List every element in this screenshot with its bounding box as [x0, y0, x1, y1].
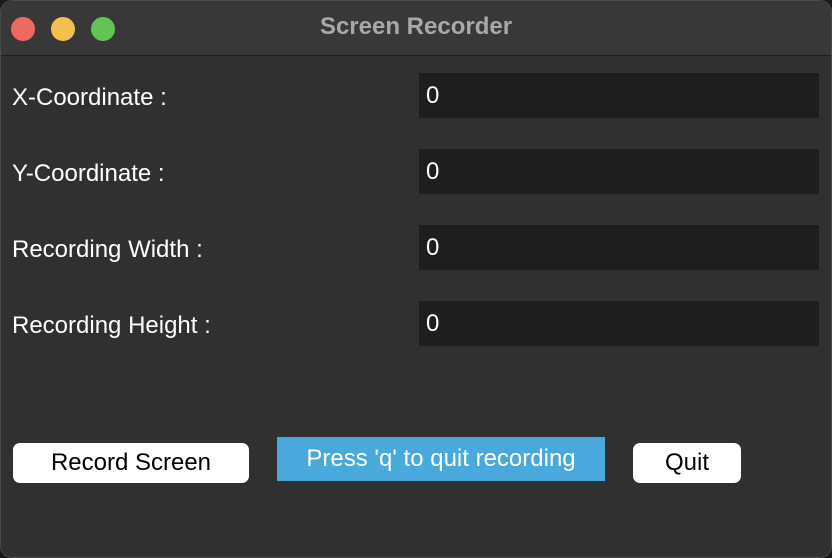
y-coordinate-label: Y-Coordinate : — [12, 160, 165, 187]
x-coordinate-input[interactable] — [419, 73, 819, 118]
recording-width-input[interactable] — [419, 225, 819, 270]
x-coordinate-label: X-Coordinate : — [12, 84, 167, 111]
recording-width-label: Recording Width : — [12, 236, 203, 263]
y-coordinate-input[interactable] — [419, 149, 819, 194]
recording-height-label: Recording Height : — [12, 312, 211, 339]
recording-height-input[interactable] — [419, 301, 819, 346]
quit-hint-label: Press 'q' to quit recording — [277, 437, 605, 481]
quit-button[interactable]: Quit — [633, 443, 741, 483]
app-window: Screen Recorder X-Coordinate : Y-Coordin… — [0, 0, 832, 558]
title-bar[interactable]: Screen Recorder — [1, 1, 831, 56]
window-title: Screen Recorder — [319, 13, 513, 40]
record-screen-button[interactable]: Record Screen — [13, 443, 249, 483]
